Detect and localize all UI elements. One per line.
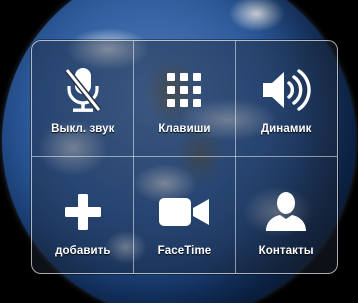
contacts-button[interactable]: Контакты	[235, 157, 337, 273]
speaker-icon	[258, 63, 314, 117]
video-camera-icon	[156, 185, 212, 239]
keypad-icon	[156, 63, 212, 117]
facetime-button[interactable]: FaceTime	[134, 157, 236, 273]
contacts-label: Контакты	[258, 245, 314, 257]
microphone-muted-icon	[55, 63, 111, 117]
speaker-label: Динамик	[260, 123, 312, 135]
keypad-button[interactable]: Клавиши	[134, 41, 236, 157]
call-screen: Выкл. звук Клавиши Динамик добавить Face…	[0, 0, 358, 303]
keypad-label: Клавиши	[158, 123, 211, 135]
add-call-button[interactable]: добавить	[32, 157, 134, 273]
mute-label: Выкл. звук	[51, 123, 115, 135]
plus-icon	[55, 185, 111, 239]
call-options-panel: Выкл. звук Клавиши Динамик добавить Face…	[31, 40, 338, 274]
contact-person-icon	[258, 185, 314, 239]
facetime-label: FaceTime	[157, 245, 212, 257]
mute-button[interactable]: Выкл. звук	[32, 41, 134, 157]
speaker-button[interactable]: Динамик	[235, 41, 337, 157]
add-call-label: добавить	[55, 245, 111, 257]
